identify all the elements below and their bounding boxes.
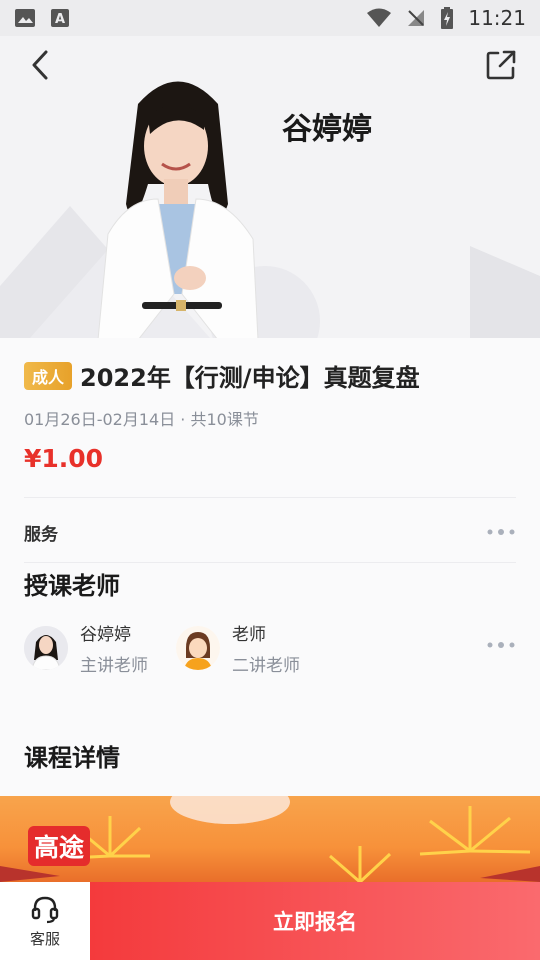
teacher-photo	[97, 81, 259, 338]
teacher-hero: 谷婷婷	[0, 36, 540, 338]
teachers-more-icon[interactable]	[486, 641, 516, 649]
customer-service-label: 客服	[29, 929, 60, 948]
course-detail-banner: 高途	[0, 796, 540, 882]
teacher-item[interactable]: 谷婷婷 主讲老师	[24, 620, 148, 676]
bottom-action-bar: 客服 立即报名	[0, 882, 540, 960]
service-more-icon[interactable]	[486, 528, 516, 536]
no-signal-icon	[408, 10, 425, 26]
wifi-icon	[367, 8, 392, 27]
course-title: 2022年【行测/申论】真题复盘	[80, 364, 420, 392]
svg-text:A: A	[55, 12, 65, 27]
back-button[interactable]	[24, 48, 58, 82]
course-price: ¥1.00	[24, 444, 104, 473]
audience-tag: 成人	[24, 361, 73, 390]
teacher-role: 主讲老师	[80, 656, 148, 676]
gallery-icon	[15, 9, 35, 27]
teacher-item[interactable]: 老师 二讲老师	[176, 620, 300, 676]
service-label[interactable]: 服务	[24, 520, 58, 545]
brand-logo: 高途	[28, 826, 91, 866]
battery-charging-icon	[441, 7, 454, 29]
teacher-name: 谷婷婷	[80, 625, 131, 645]
headset-icon	[31, 896, 59, 923]
customer-service-button[interactable]: 客服	[0, 882, 90, 960]
status-bar: A 11:21	[0, 0, 540, 36]
teacher-role: 二讲老师	[232, 656, 300, 676]
details-section-title: 课程详情	[24, 744, 120, 772]
teachers-section-title: 授课老师	[24, 572, 120, 600]
teacher-name: 老师	[232, 625, 266, 645]
share-button[interactable]	[484, 48, 518, 82]
course-info-panel: 成人 2022年【行测/申论】真题复盘 01月26日-02月14日 · 共10课…	[0, 338, 540, 802]
hero-teacher-name: 谷婷婷	[282, 112, 372, 147]
teacher-avatar	[24, 626, 68, 670]
course-schedule: 01月26日-02月14日 · 共10课节	[24, 410, 259, 429]
font-icon: A	[51, 9, 69, 27]
divider	[24, 497, 516, 498]
course-title-row: 成人 2022年【行测/申论】真题复盘	[24, 358, 420, 393]
teacher-avatar	[176, 626, 220, 670]
enroll-button[interactable]: 立即报名	[90, 882, 540, 960]
divider	[24, 562, 516, 563]
clock-time: 11:21	[468, 6, 526, 30]
